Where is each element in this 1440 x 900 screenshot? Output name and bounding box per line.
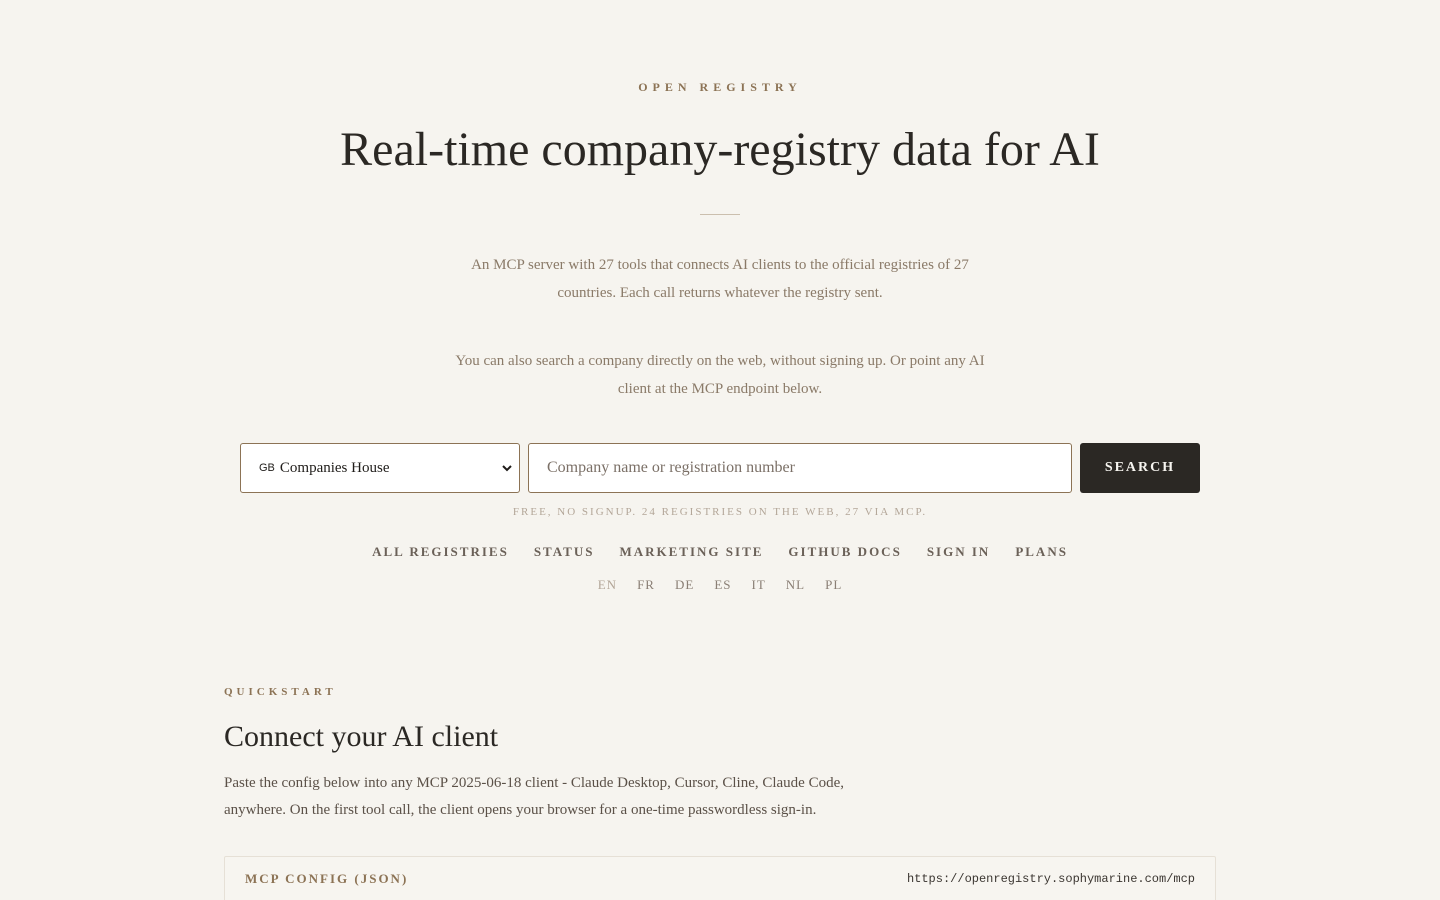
title-divider (700, 214, 740, 215)
registry-selected-value: Companies House (279, 459, 390, 476)
site-eyebrow: OPEN REGISTRY (638, 80, 802, 94)
mcp-endpoint-url[interactable]: https://openregistry.sophymarine.com/mcp (907, 872, 1195, 886)
quickstart-eyebrow: QUICKSTART (224, 686, 337, 698)
nav-all-registries[interactable]: ALL REGISTRIES (372, 544, 509, 560)
nav-sign-in[interactable]: SIGN IN (927, 544, 991, 560)
lang-es[interactable]: ES (714, 577, 731, 593)
lang-en[interactable]: EN (598, 577, 617, 593)
nav-status[interactable]: STATUS (534, 544, 595, 560)
page-title: Real-time company-registry data for AI (340, 123, 1100, 176)
quickstart-title: Connect your AI client (224, 720, 499, 753)
lang-de[interactable]: DE (675, 577, 694, 593)
intro-paragraph: An MCP server with 27 tools that connect… (471, 257, 969, 301)
registry-select[interactable]: GB Companies House (240, 443, 520, 493)
web-search-paragraph: You can also search a company directly o… (455, 353, 985, 397)
search-note: FREE, NO SIGNUP. 24 REGISTRIES ON THE WE… (512, 506, 928, 518)
country-code: GB (259, 462, 275, 474)
mcp-config-panel: MCP CONFIG (JSON) https://openregistry.s… (224, 856, 1216, 900)
config-panel-label: MCP CONFIG (JSON) (245, 871, 409, 886)
lang-fr[interactable]: FR (637, 577, 655, 593)
lang-it[interactable]: IT (751, 577, 765, 593)
language-switcher: EN FR DE ES IT NL PL (0, 577, 1440, 593)
chevron-down-icon (502, 465, 512, 472)
nav-github-docs[interactable]: GITHUB DOCS (788, 544, 901, 560)
quickstart-description: Paste the config below into any MCP 2025… (224, 775, 845, 818)
nav-plans[interactable]: PLANS (1015, 544, 1068, 560)
main-nav: ALL REGISTRIES STATUS MARKETING SITE GIT… (0, 544, 1440, 560)
lang-nl[interactable]: NL (786, 577, 805, 593)
company-search-input[interactable] (528, 443, 1072, 493)
lang-pl[interactable]: PL (825, 577, 842, 593)
search-button[interactable]: SEARCH (1080, 443, 1200, 493)
nav-marketing-site[interactable]: MARKETING SITE (619, 544, 763, 560)
page: OPEN REGISTRY Real-time company-registry… (0, 0, 1440, 900)
